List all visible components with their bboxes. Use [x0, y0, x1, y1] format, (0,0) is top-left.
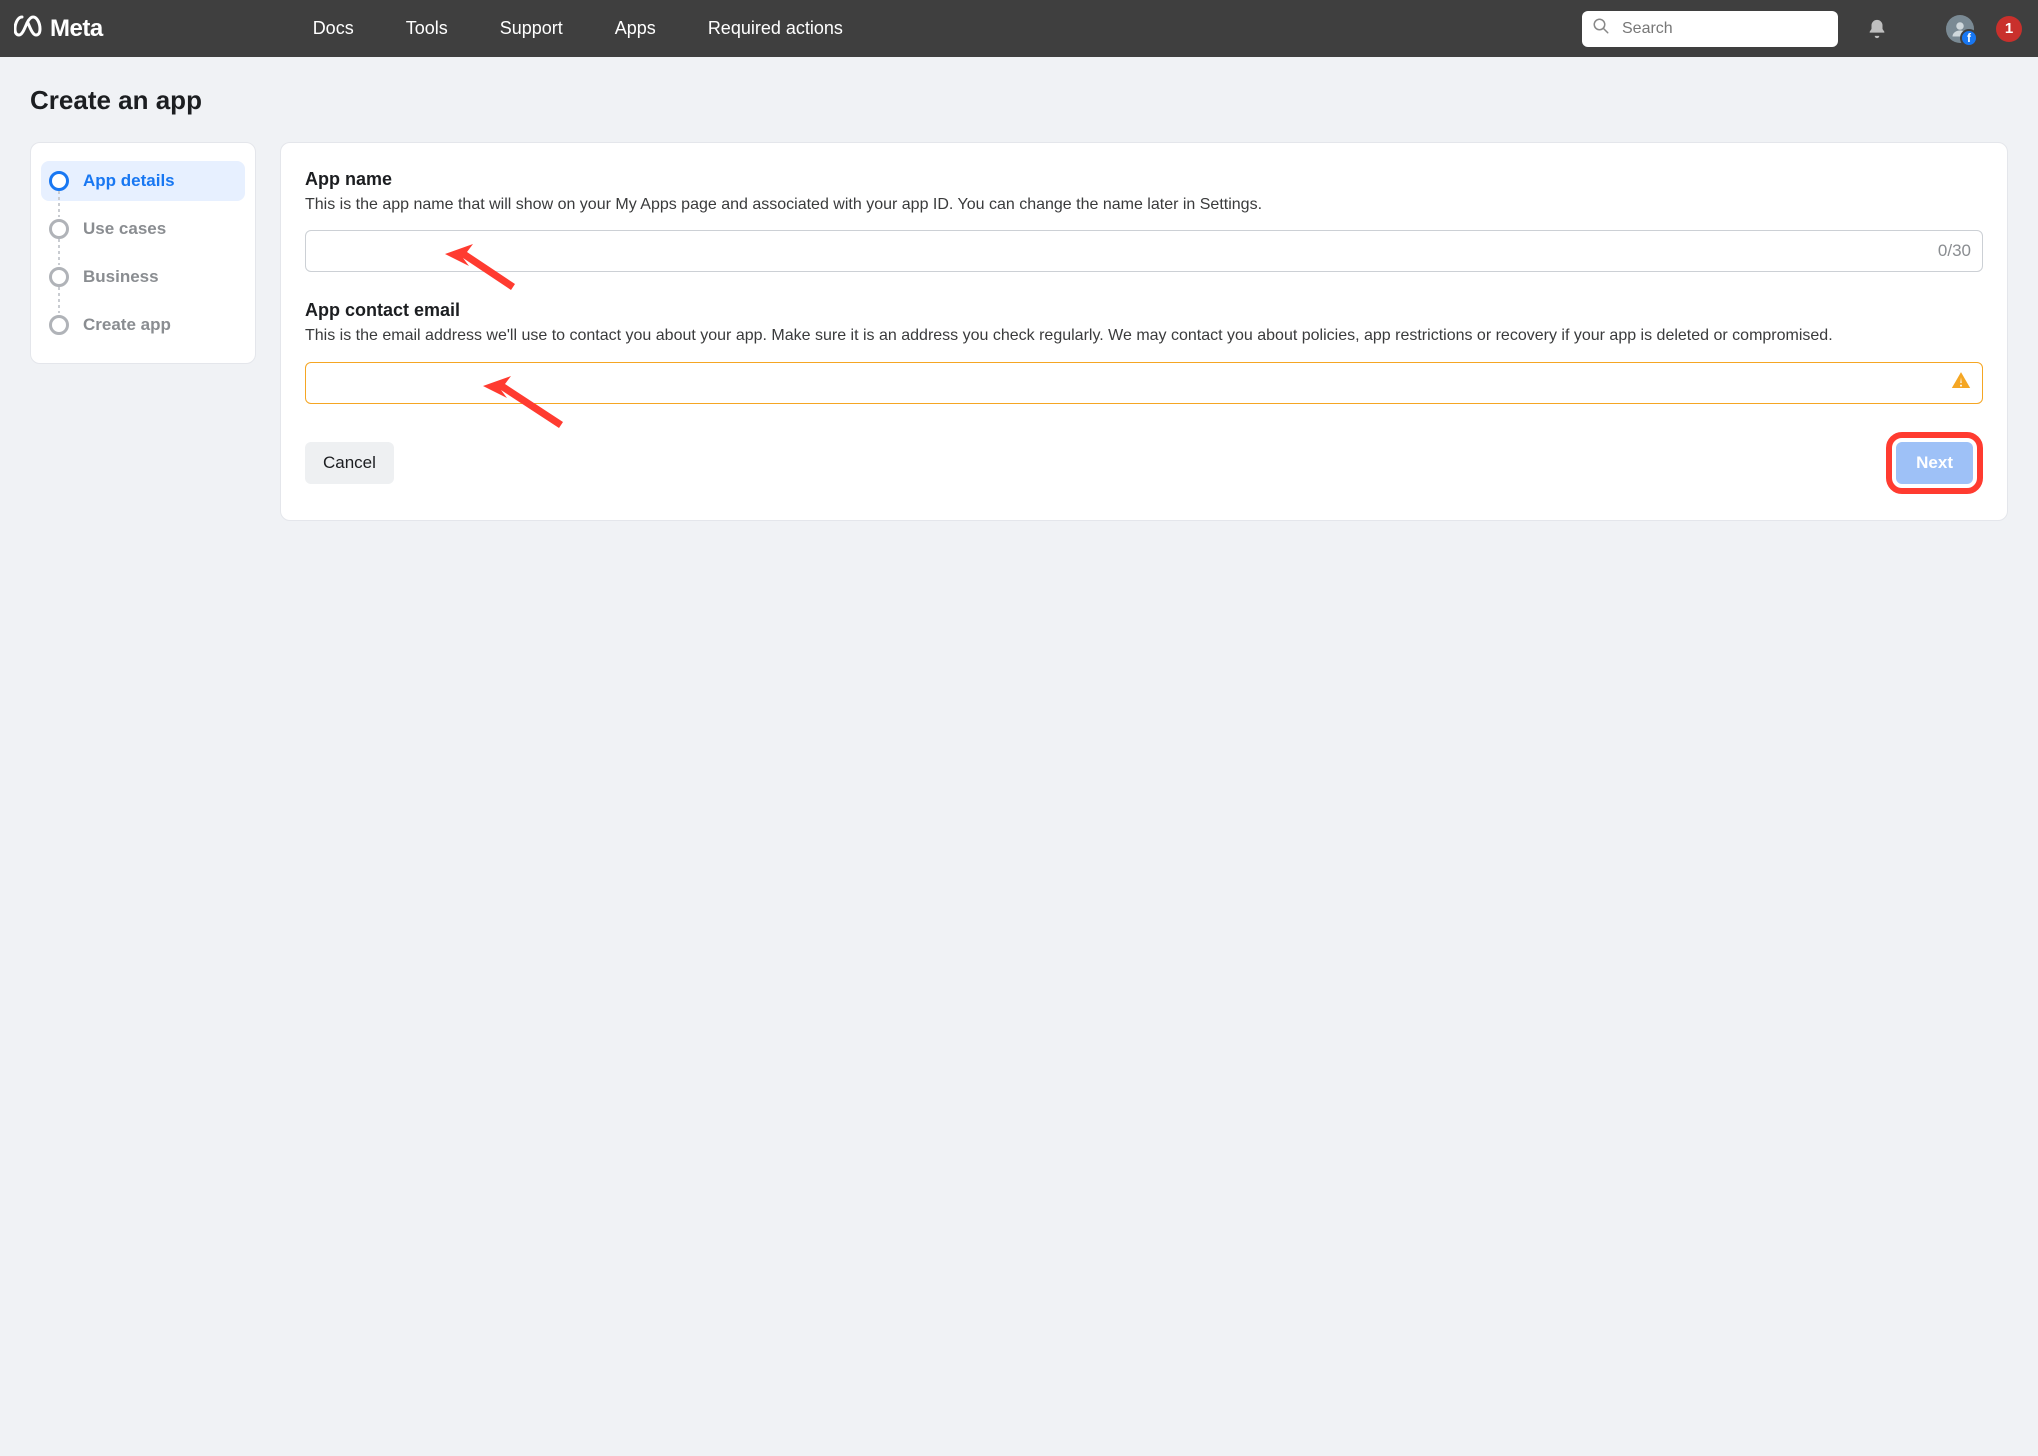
step-circle-icon — [49, 267, 69, 287]
facebook-badge-icon: f — [1960, 29, 1978, 47]
nav-tools[interactable]: Tools — [406, 18, 448, 39]
nav-support[interactable]: Support — [500, 18, 563, 39]
step-label: Create app — [83, 315, 171, 335]
step-circle-icon — [49, 315, 69, 335]
page-title: Create an app — [30, 85, 2008, 116]
form-buttons: Cancel Next — [305, 432, 1983, 494]
brand[interactable]: Meta — [14, 15, 103, 43]
user-avatar[interactable]: f — [1946, 15, 1974, 43]
step-label: App details — [83, 171, 175, 191]
app-name-description: This is the app name that will show on y… — [305, 194, 1983, 216]
contact-email-input[interactable] — [305, 362, 1983, 404]
search-box[interactable] — [1582, 11, 1838, 47]
step-business[interactable]: Business — [41, 257, 245, 297]
top-bar: Meta Docs Tools Support Apps Required ac… — [0, 0, 2038, 57]
annotation-highlight-box: Next — [1886, 432, 1983, 494]
warning-icon — [1951, 370, 1971, 395]
step-use-cases[interactable]: Use cases — [41, 209, 245, 249]
brand-name: Meta — [50, 15, 103, 43]
top-nav: Docs Tools Support Apps Required actions — [313, 18, 843, 39]
nav-apps[interactable]: Apps — [615, 18, 656, 39]
step-circle-icon — [49, 219, 69, 239]
meta-logo-icon — [14, 15, 44, 42]
step-create-app[interactable]: Create app — [41, 305, 245, 345]
step-circle-icon — [49, 171, 69, 191]
nav-required-actions[interactable]: Required actions — [708, 18, 843, 39]
step-app-details[interactable]: App details — [41, 161, 245, 201]
next-button[interactable]: Next — [1896, 442, 1973, 484]
form-panel: App name This is the app name that will … — [280, 142, 2008, 521]
search-icon — [1592, 17, 1610, 40]
search-input[interactable] — [1622, 20, 1828, 38]
app-name-row: 0/30 — [305, 230, 1983, 272]
step-label: Business — [83, 267, 159, 287]
contact-email-row — [305, 362, 1983, 404]
steps-sidebar: App details Use cases Business Create ap… — [30, 142, 256, 364]
notifications-bell-icon[interactable] — [1866, 17, 1888, 41]
step-label: Use cases — [83, 219, 166, 239]
app-name-label: App name — [305, 169, 1983, 190]
app-name-input[interactable] — [305, 230, 1983, 272]
app-name-char-counter: 0/30 — [1938, 241, 1971, 261]
notification-count-badge[interactable]: 1 — [1996, 16, 2022, 42]
nav-docs[interactable]: Docs — [313, 18, 354, 39]
contact-email-description: This is the email address we'll use to c… — [305, 325, 1983, 347]
contact-email-label: App contact email — [305, 300, 1983, 321]
cancel-button[interactable]: Cancel — [305, 442, 394, 484]
